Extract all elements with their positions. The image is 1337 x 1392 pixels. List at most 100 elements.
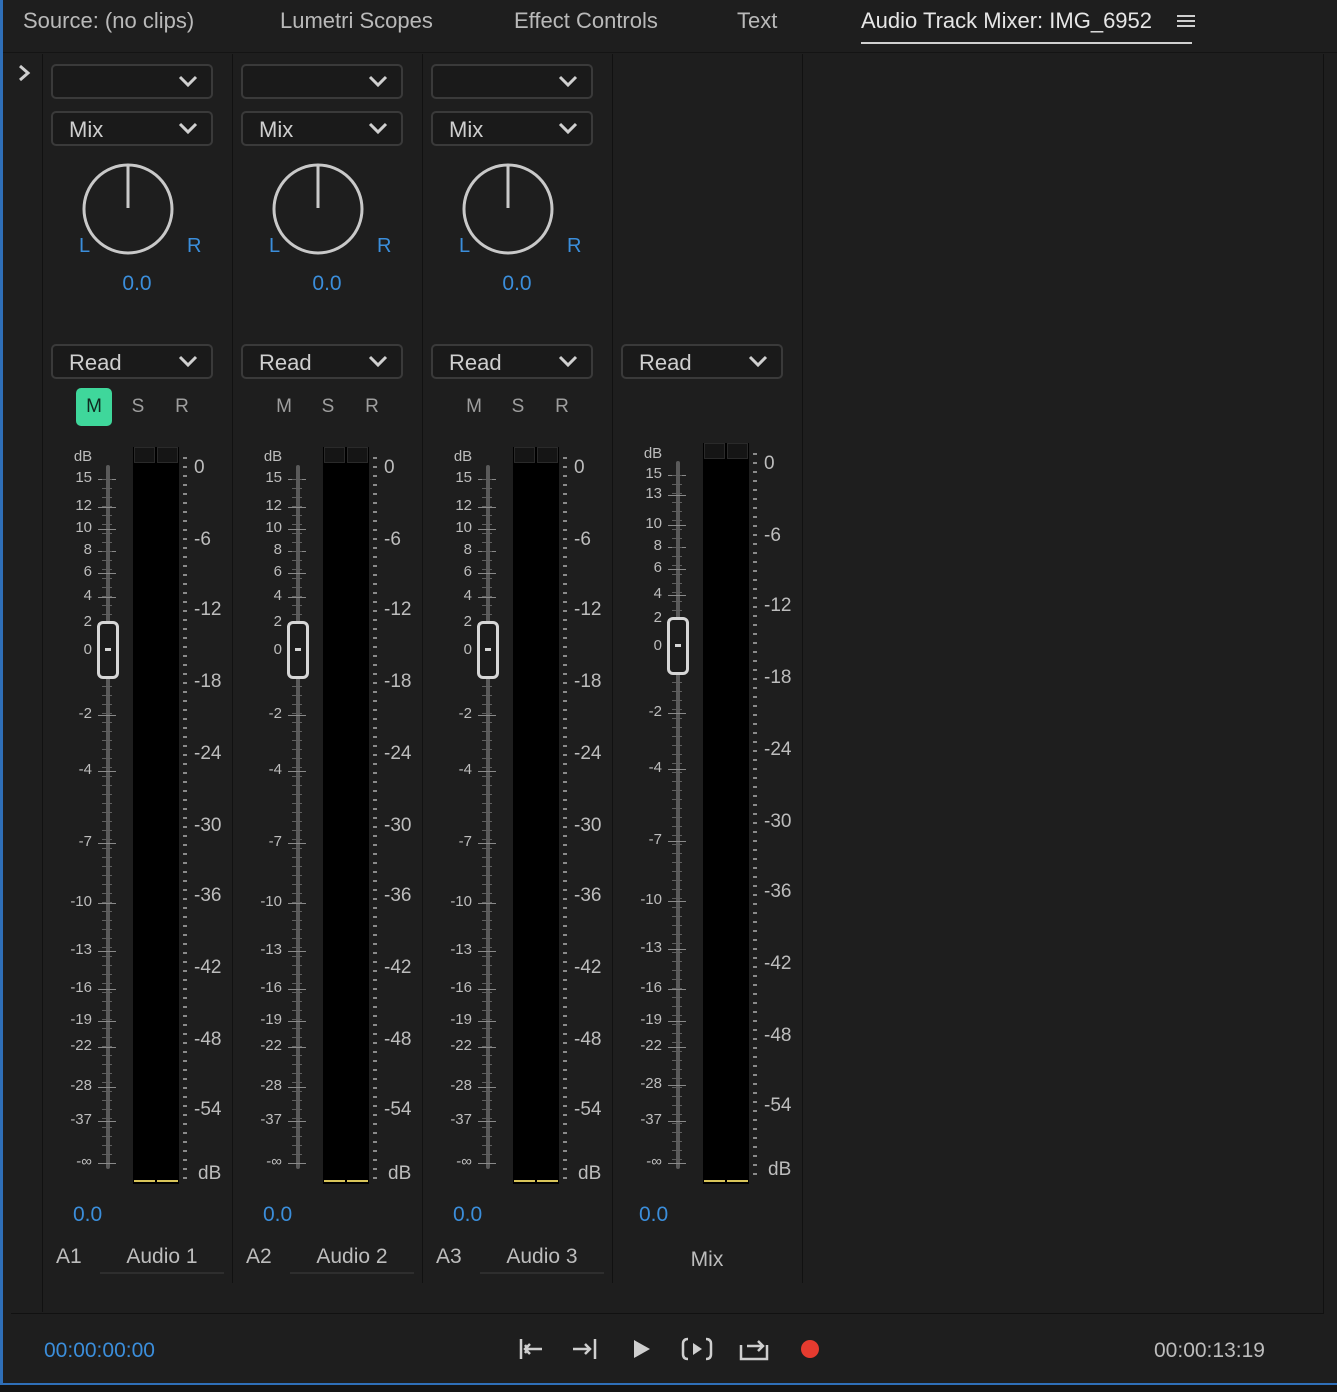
volume-fader-handle[interactable] [667,617,689,675]
send-dropdown[interactable]: Mix [241,111,403,146]
peak-indicator-left[interactable] [134,447,155,463]
meter-scale-dash [753,633,757,635]
meter-scale-dash [563,979,567,981]
go-to-out-icon[interactable] [568,1333,602,1365]
go-to-in-icon[interactable] [514,1333,548,1365]
meter-scale-dash [563,1105,567,1107]
solo-button[interactable]: S [120,388,156,426]
meter-scale-dash [563,997,567,999]
fader-minor-tick [482,506,492,507]
fader-minor-tick [292,497,302,498]
automation-mode-dropdown[interactable]: Read [241,344,403,379]
meter-scale-dash [373,826,377,828]
tab-source[interactable]: Source: (no clips) [23,8,194,34]
solo-button[interactable]: S [500,388,536,426]
record-enable-button[interactable]: R [164,388,200,426]
send-dropdown[interactable]: Mix [51,111,213,146]
meter-scale-dash [753,489,757,491]
mute-button[interactable]: M [76,388,112,426]
tab-audio-track-mixer[interactable]: Audio Track Mixer: IMG_6952 [861,8,1192,44]
mute-button[interactable]: M [456,388,492,426]
meter-scale-dash [753,1002,757,1004]
meter-scale-dash [183,1150,187,1152]
play-in-to-out-icon[interactable] [680,1333,714,1365]
tab-lumetri-scopes[interactable]: Lumetri Scopes [280,8,433,34]
record-enable-button[interactable]: R [354,388,390,426]
fader-minor-tick [292,893,302,894]
automation-mode-dropdown[interactable]: Read [431,344,593,379]
tab-text[interactable]: Text [737,8,777,34]
track-name-field[interactable]: Audio 2 [290,1245,414,1274]
peak-indicator-right[interactable] [157,447,178,463]
fader-scale-label: 12 [265,497,282,514]
meter-scale-dash [563,619,567,621]
pan-knob[interactable] [461,162,555,256]
mute-button[interactable]: M [266,388,302,426]
track-volume-value[interactable]: 0.0 [73,1203,102,1227]
pan-knob[interactable] [81,162,175,256]
peak-indicator-left[interactable] [704,443,725,459]
track-strip-a1: Mix L R 0.0 Read M S RdB 15 12 10 8 6 4 2 0 -2 -4 -7 -10 -13… [42,54,233,1283]
meter-scale-dash [563,1060,567,1062]
peak-indicator-right[interactable] [537,447,558,463]
meter-scale-dash [753,1047,757,1049]
record-enable-button[interactable]: R [544,388,580,426]
meter-scale-dash [563,646,567,648]
peak-indicator-right[interactable] [347,447,368,463]
tab-effect-controls[interactable]: Effect Controls [514,8,658,34]
fader-scale-tick [98,771,116,772]
fader-db-unit: dB [263,448,283,465]
meter-scale-dash [753,930,757,932]
fader-minor-tick [482,974,492,975]
master-volume-value[interactable]: 0.0 [639,1203,668,1227]
pan-knob[interactable] [271,162,365,256]
track-volume-value[interactable]: 0.0 [263,1203,292,1227]
track-name-field[interactable]: Audio 1 [100,1245,224,1274]
volume-fader-handle[interactable] [477,621,499,679]
peak-indicator-right[interactable] [727,443,748,459]
meter-scale-dash [753,705,757,707]
fader-minor-tick [482,1109,492,1110]
meter-scale-dash [183,664,187,666]
meter-scale-dash [753,921,757,923]
track-volume-value[interactable]: 0.0 [453,1203,482,1227]
pan-value[interactable]: 0.0 [52,272,222,296]
meter-scale-dash [183,1060,187,1062]
effect-insert-dropdown[interactable] [241,64,403,99]
peak-indicator-left[interactable] [324,447,345,463]
fader-minor-tick [102,947,112,948]
fader-scale-label: -∞ [646,1153,662,1170]
meter-scale-dash [753,1092,757,1094]
meter-scale-dash [753,885,757,887]
fader-minor-tick [102,1010,112,1011]
peak-indicator-left[interactable] [514,447,535,463]
meter-scale-dash [183,853,187,855]
solo-button[interactable]: S [310,388,346,426]
automation-mode-dropdown[interactable]: Read [51,344,213,379]
send-dropdown[interactable]: Mix [431,111,593,146]
pan-value[interactable]: 0.0 [242,272,412,296]
meter-scale-dash [183,934,187,936]
current-time-display[interactable]: 00:00:00:00 [44,1339,155,1363]
fader-rail[interactable] [676,461,680,1169]
meter-scale-dash [373,529,377,531]
record-icon[interactable] [793,1333,827,1365]
pan-value[interactable]: 0.0 [432,272,602,296]
volume-fader-handle[interactable] [97,621,119,679]
fader-minor-tick [672,547,682,548]
play-icon[interactable] [624,1333,658,1365]
fader-minor-tick [672,898,682,899]
master-automation-dropdown[interactable]: Read [621,344,783,379]
loop-icon[interactable] [737,1333,771,1365]
effect-insert-dropdown[interactable] [431,64,593,99]
meter-scale-dash [373,1006,377,1008]
effect-insert-dropdown[interactable] [51,64,213,99]
volume-fader-handle[interactable] [287,621,309,679]
fader-minor-tick [672,808,682,809]
fader-minor-tick [482,992,492,993]
track-name-field[interactable]: Audio 3 [480,1245,604,1274]
fader-scale-label: -10 [450,893,472,910]
chevron-right-icon[interactable] [15,60,33,86]
meter-scale-dash [373,907,377,909]
hamburger-menu-icon[interactable] [1177,12,1195,30]
